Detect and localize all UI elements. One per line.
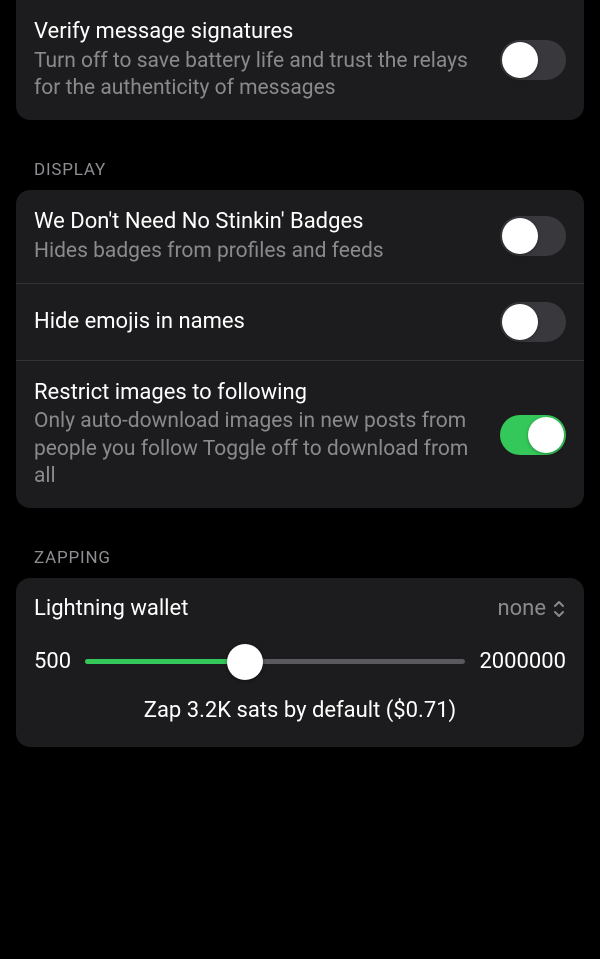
toggle-knob — [528, 417, 564, 453]
zapping-card: Lightning wallet none 500 2000000 Zap 3.… — [16, 578, 584, 747]
section-header-display: DISPLAY — [0, 160, 600, 190]
toggle-knob — [502, 218, 538, 254]
verify-title: Verify message signatures — [34, 18, 484, 46]
slider-thumb[interactable] — [227, 644, 263, 680]
verify-subtitle: Turn off to save battery life and trust … — [34, 48, 484, 103]
restrict-subtitle: Only auto-download images in new posts f… — [34, 408, 484, 490]
restrict-title: Restrict images to following — [34, 379, 484, 407]
verify-toggle[interactable] — [500, 40, 566, 80]
zap-slider-row: 500 2000000 — [34, 643, 566, 692]
slider-min-label: 500 — [34, 649, 71, 674]
zap-slider[interactable] — [85, 659, 465, 664]
badges-subtitle: Hides badges from profiles and feeds — [34, 238, 484, 265]
wallet-label: Lightning wallet — [34, 596, 188, 621]
row-badges: We Don't Need No Stinkin' Badges Hides b… — [16, 190, 584, 284]
row-text: Verify message signatures Turn off to sa… — [34, 18, 500, 102]
chevron-updown-icon — [552, 599, 566, 619]
wallet-value: none — [497, 596, 566, 621]
toggle-knob — [502, 42, 538, 78]
emojis-toggle[interactable] — [500, 302, 566, 342]
lightning-wallet-row[interactable]: Lightning wallet none — [34, 596, 566, 643]
emojis-title: Hide emojis in names — [34, 308, 484, 336]
toggle-knob — [502, 304, 538, 340]
badges-toggle[interactable] — [500, 216, 566, 256]
section-header-zapping: ZAPPING — [0, 548, 600, 578]
settings-card-top: Verify message signatures Turn off to sa… — [16, 0, 584, 120]
row-restrict-images: Restrict images to following Only auto-d… — [16, 361, 584, 508]
slider-max-label: 2000000 — [479, 649, 566, 674]
row-text: Restrict images to following Only auto-d… — [34, 379, 500, 490]
slider-fill — [85, 659, 245, 664]
restrict-toggle[interactable] — [500, 415, 566, 455]
row-emojis: Hide emojis in names — [16, 284, 584, 361]
badges-title: We Don't Need No Stinkin' Badges — [34, 208, 484, 236]
row-text: We Don't Need No Stinkin' Badges Hides b… — [34, 208, 500, 265]
row-text: Hide emojis in names — [34, 308, 500, 336]
row-verify-signatures: Verify message signatures Turn off to sa… — [16, 0, 584, 120]
zap-default-label: Zap 3.2K sats by default ($0.71) — [34, 692, 566, 723]
display-card: We Don't Need No Stinkin' Badges Hides b… — [16, 190, 584, 508]
wallet-value-text: none — [497, 596, 546, 621]
